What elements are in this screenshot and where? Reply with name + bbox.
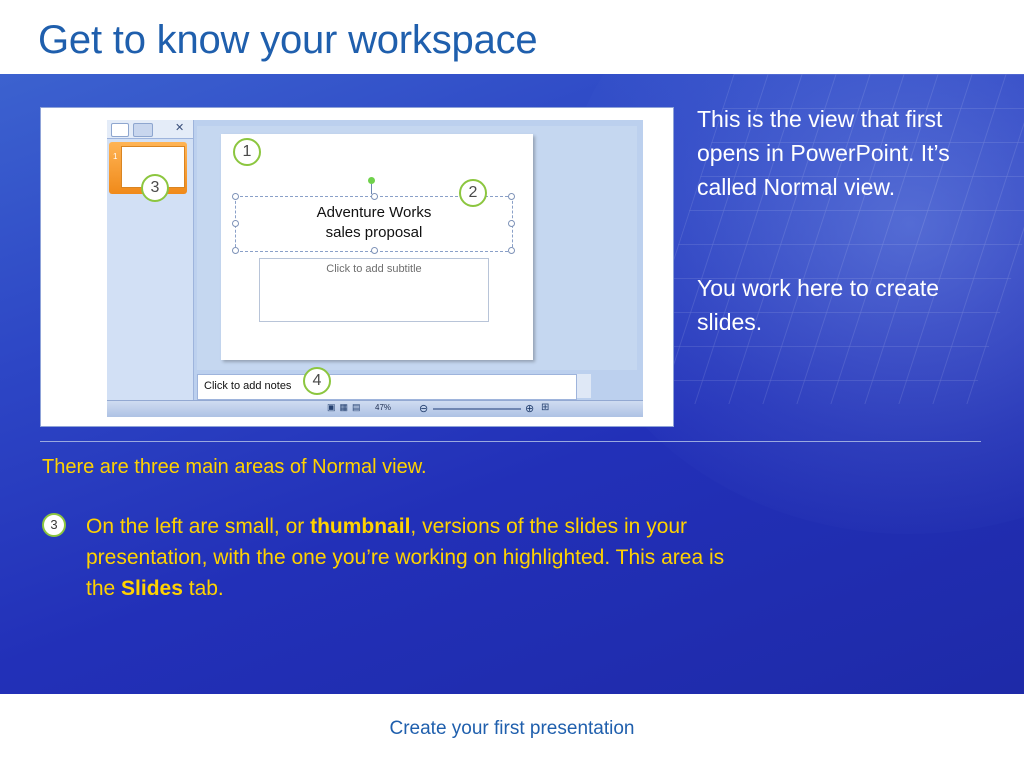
vertical-scrollbar[interactable] (577, 374, 591, 398)
footer-text: Create your first presentation (389, 718, 635, 739)
resize-handle[interactable] (508, 193, 515, 200)
slide-title-line2: sales proposal (325, 224, 423, 241)
resize-handle[interactable] (371, 247, 378, 254)
fit-to-window-icon[interactable]: ⊞ (541, 402, 549, 413)
bullet-number-badge: 3 (42, 513, 66, 537)
callout-4: 4 (303, 367, 331, 395)
close-pane-icon[interactable]: ✕ (175, 121, 184, 134)
zoom-in-icon[interactable]: ⊕ (525, 402, 534, 415)
summary-text: There are three main areas of Normal vie… (42, 456, 427, 478)
intro-paragraph: This is the view that first opens in Pow… (697, 106, 950, 200)
bullet-text-part: On the left are small, or (86, 515, 311, 538)
slide-title: Get to know your workspace (38, 18, 538, 62)
notes-pane[interactable]: Click to add notes (197, 374, 577, 400)
callout-3: 3 (141, 174, 169, 202)
resize-handle[interactable] (232, 193, 239, 200)
resize-handle[interactable] (232, 247, 239, 254)
slides-tab[interactable] (111, 123, 129, 137)
subtitle-placeholder[interactable]: Click to add subtitle (259, 258, 489, 322)
thumbnail-number: 1 (113, 152, 118, 161)
bullet-bold-thumbnail: thumbnail (310, 515, 411, 538)
subtitle-placeholder-text: Click to add subtitle (326, 263, 422, 275)
resize-handle[interactable] (508, 247, 515, 254)
bullet-bold-slides: Slides (121, 577, 183, 600)
bullet-text: On the left are small, or thumbnail, ver… (86, 511, 726, 604)
footer: Create your first presentation (0, 694, 1024, 768)
powerpoint-window: ✕ 1 Adventure Works sales proposal Click… (107, 120, 643, 417)
zoom-slider[interactable] (433, 408, 521, 410)
slide-canvas[interactable]: Adventure Works sales proposal Click to … (221, 134, 533, 360)
outline-tab[interactable] (133, 123, 153, 137)
normal-view-screenshot: ✕ 1 Adventure Works sales proposal Click… (40, 107, 674, 427)
zoom-level[interactable]: 47% (375, 403, 391, 412)
view-buttons-icon[interactable]: ▣▦▤ (327, 402, 365, 413)
callout-2: 2 (459, 179, 487, 207)
pane-tabs: ✕ (107, 120, 193, 139)
status-bar: ▣▦▤ 47% ⊖ ⊕ ⊞ (107, 400, 643, 417)
instruction-paragraph: You work here to create slides. (697, 275, 940, 335)
zoom-out-icon[interactable]: ⊖ (419, 402, 428, 415)
rotation-handle[interactable] (368, 177, 375, 184)
slide-area: Adventure Works sales proposal Click to … (197, 126, 637, 370)
notes-placeholder-text: Click to add notes (204, 380, 292, 392)
callout-1: 1 (233, 138, 261, 166)
title-placeholder-text: Adventure Works sales proposal (236, 203, 512, 243)
resize-handle[interactable] (371, 193, 378, 200)
slides-pane: ✕ 1 (107, 120, 194, 416)
resize-handle[interactable] (508, 220, 515, 227)
bullet-text-part: tab. (182, 577, 224, 600)
resize-handle[interactable] (232, 220, 239, 227)
divider (40, 441, 981, 442)
